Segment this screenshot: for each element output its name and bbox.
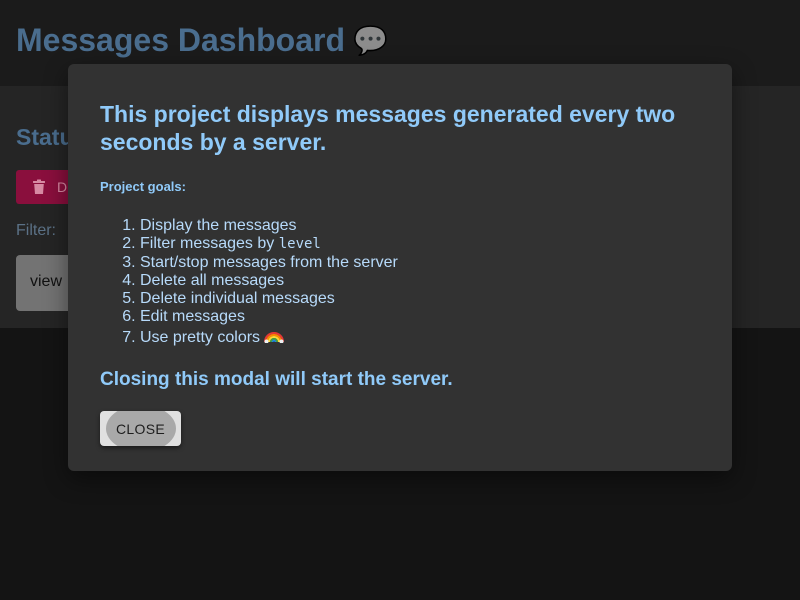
goal-text: Delete all messages — [140, 271, 285, 289]
close-button[interactable]: CLOSE — [100, 411, 181, 446]
goal-text: Edit messages — [140, 308, 245, 326]
goals-list: Display the messages Filter messages by … — [100, 217, 700, 347]
list-item: Edit messages — [140, 308, 700, 326]
close-button-label: CLOSE — [116, 420, 165, 437]
status-heading: Statu — [16, 124, 74, 150]
trash-icon — [33, 179, 45, 194]
goal-code-level: level — [278, 236, 321, 253]
delete-all-button-label: D — [57, 179, 68, 195]
filter-select-value: view — [30, 273, 63, 290]
rainbow-icon — [264, 331, 285, 343]
modal-heading: This project displays messages generated… — [100, 101, 676, 155]
list-item: Delete all messages — [140, 272, 700, 290]
goal-text: Delete individual messages — [140, 290, 335, 308]
list-item: Delete individual messages — [140, 290, 700, 308]
page-title: Messages Dashboard 💬 — [16, 22, 388, 59]
list-item: Start/stop messages from the server — [140, 254, 700, 272]
goal-text: Filter messages by — [140, 235, 279, 253]
goals-label: Project goals: — [100, 179, 186, 194]
speech-balloon-icon: 💬 — [353, 25, 388, 56]
goal-text: Display the messages — [140, 217, 297, 234]
filter-label: Filter: — [16, 222, 56, 239]
closing-note: Closing this modal will start the server… — [100, 369, 453, 391]
list-item: Display the messages — [140, 217, 700, 235]
goal-text: Use pretty colors — [140, 328, 261, 346]
goal-text: Start/stop messages from the server — [140, 253, 398, 271]
list-item: Use pretty colors — [140, 329, 700, 347]
intro-modal: This project displays messages generated… — [68, 64, 732, 471]
page: Messages Dashboard 💬 Statu D Filter: vie… — [0, 0, 800, 600]
page-title-text: Messages Dashboard — [16, 22, 346, 58]
list-item: Filter messages by level — [140, 235, 700, 253]
